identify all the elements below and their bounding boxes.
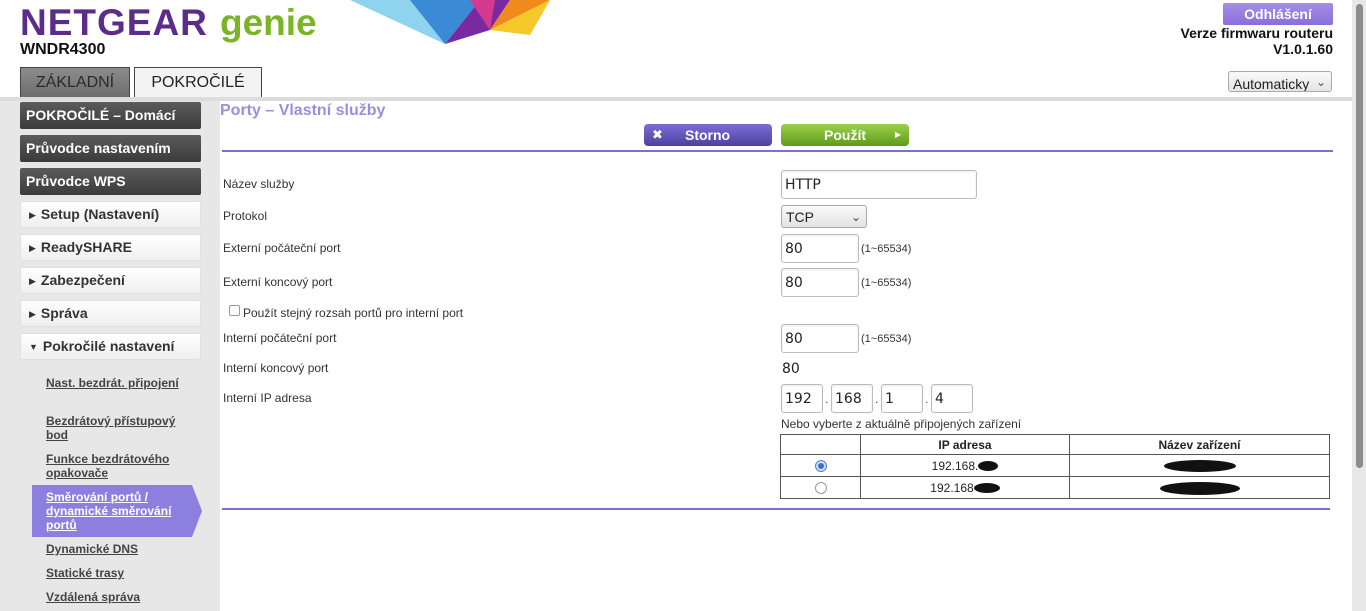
sidebar-item-label: Správa (40, 305, 88, 321)
sidebar-item-label: Setup (Nastavení) (40, 206, 160, 222)
external-end-port-range: (1~65534) (861, 277, 912, 289)
same-range-checkbox[interactable] (229, 305, 240, 316)
internal-start-port-label: Interní počáteční port (223, 331, 337, 345)
internal-end-port-label: Interní koncový port (223, 361, 329, 375)
caret-right-icon: ▶ (29, 309, 36, 319)
table-cell-device-name (1069, 476, 1330, 499)
caret-right-icon: ▶ (29, 243, 36, 253)
logout-button[interactable]: Odhlášení (1223, 3, 1333, 25)
table-cell-select (780, 454, 861, 477)
ip-dot: . (875, 392, 879, 406)
sidebar-subitem-wireless-repeater[interactable]: Funkce bezdrátového opakovače (46, 452, 196, 480)
service-name-label: Název služby (223, 177, 295, 191)
main-panel (220, 101, 1333, 611)
cancel-button[interactable]: ✖ Storno (644, 124, 772, 146)
internal-end-port-value: 80 (782, 361, 800, 377)
language-select-value: Automaticky (1233, 76, 1310, 92)
table-header-row: IP adresa Název zařízení (780, 434, 1330, 455)
sidebar-item-label: Zabezpečení (40, 272, 125, 288)
sidebar-item-advanced-setup[interactable]: ▼ Pokročilé nastavení (20, 333, 201, 360)
scrollbar-thumb[interactable] (1356, 4, 1363, 468)
external-end-port-input[interactable] (781, 268, 859, 297)
caret-right-icon: ▶ (29, 210, 36, 220)
divider-top (222, 150, 1333, 152)
language-select[interactable]: Automaticky ⌄ (1228, 71, 1332, 92)
genie-logo: genie (220, 2, 317, 43)
protocol-select-value: TCP (786, 209, 814, 225)
header: NETGEAR genie WNDR4300 Odhlášení Verze f… (0, 0, 1366, 98)
internal-start-port-input[interactable] (781, 324, 859, 353)
apply-button[interactable]: Použít ▶ (781, 124, 909, 146)
ip-octet-4-input[interactable] (931, 384, 973, 413)
redacted-mark (978, 461, 999, 472)
table-cell-device-name (1069, 454, 1330, 477)
sidebar-item-security[interactable]: ▶ Zabezpečení (20, 267, 201, 294)
tab-advanced[interactable]: POKROČILÉ (134, 67, 262, 98)
sidebar-item-setup[interactable]: ▶ Setup (Nastavení) (20, 201, 201, 228)
sidebar-item-label: ReadySHARE (40, 239, 132, 255)
netgear-logo: NETGEAR (20, 2, 208, 43)
device-select-note: Nebo vyberte z aktuálně připojených zaří… (781, 417, 1022, 431)
sidebar-item-readyshare[interactable]: ▶ ReadySHARE (20, 234, 201, 261)
table-row[interactable]: 192.168. (780, 454, 1330, 477)
sidebar-subitem-wireless-settings[interactable]: Nast. bezdrát. připojení (46, 376, 196, 390)
sidebar-item-advanced-home[interactable]: POKROČILÉ – Domácí (20, 102, 201, 129)
external-start-port-input[interactable] (781, 234, 859, 263)
redacted-device-name (1163, 460, 1236, 473)
internal-start-port-range: (1~65534) (861, 333, 912, 345)
table-header-select (780, 434, 861, 455)
table-cell-ip: 192.168 (860, 476, 1070, 499)
protocol-label: Protokol (223, 209, 268, 223)
external-start-port-range: (1~65534) (861, 243, 912, 255)
sidebar-subitem-static-routes[interactable]: Statické trasy (46, 566, 196, 580)
play-arrow-icon: ▶ (894, 130, 901, 139)
table-cell-select (780, 476, 861, 499)
close-icon: ✖ (652, 127, 663, 142)
decorative-graphic (350, 0, 550, 44)
firmware-label: Verze firmwaru routeru (1180, 25, 1334, 41)
sidebar-item-label: Pokročilé nastavení (42, 338, 175, 354)
sidebar-subitem-remote-management[interactable]: Vzdálená správa (46, 590, 196, 604)
sidebar-subitem-port-forwarding[interactable]: Směrování portů / dynamické směrování po… (46, 490, 191, 532)
sidebar-item-administration[interactable]: ▶ Správa (20, 300, 201, 327)
sidebar-subitem-wireless-ap[interactable]: Bezdrátový přístupový bod (46, 414, 196, 442)
chevron-down-icon: ⌄ (1315, 75, 1326, 89)
external-end-port-label: Externí koncový port (223, 275, 333, 289)
ip-octet-2-input[interactable] (831, 384, 873, 413)
same-range-label: Použít stejný rozsah portů pro interní p… (243, 306, 464, 320)
device-ip: 192.168. (931, 458, 979, 473)
redacted-device-name (1159, 481, 1240, 495)
caret-down-icon: ▼ (29, 342, 38, 352)
sidebar-subitem-active-arrow (192, 485, 202, 537)
router-model: WNDR4300 (20, 41, 106, 58)
sidebar-item-wps-wizard[interactable]: Průvodce WPS (20, 168, 201, 195)
redacted-mark (973, 483, 1000, 494)
ip-dot: . (825, 392, 829, 406)
caret-right-icon: ▶ (29, 276, 36, 286)
firmware-version: V1.0.1.60 (1273, 41, 1333, 57)
ip-octet-1-input[interactable] (781, 384, 823, 413)
external-start-port-label: Externí počáteční port (223, 241, 341, 255)
ip-dot: . (925, 392, 929, 406)
table-cell-ip: 192.168. (860, 454, 1070, 477)
page-title: Porty – Vlastní služby (220, 102, 386, 119)
divider-bottom (222, 508, 1330, 510)
ip-octet-3-input[interactable] (881, 384, 923, 413)
sidebar-subitem-dynamic-dns[interactable]: Dynamické DNS (46, 542, 196, 556)
table-row[interactable]: 192.168 (780, 476, 1330, 499)
apply-button-label: Použít (824, 127, 866, 143)
cancel-button-label: Storno (685, 127, 731, 143)
internal-ip-label: Interní IP adresa (223, 391, 312, 405)
service-name-input[interactable] (781, 170, 977, 199)
tab-basic[interactable]: ZÁKLADNÍ (20, 67, 130, 97)
device-ip: 192.168 (930, 480, 974, 495)
protocol-select[interactable]: TCP ⌄ (781, 205, 867, 228)
devices-table: IP adresa Název zařízení 192.168. 192.16… (780, 434, 1330, 499)
table-header-device-name: Název zařízení (1069, 434, 1330, 455)
sidebar-item-setup-wizard[interactable]: Průvodce nastavením (20, 135, 201, 162)
device-radio[interactable] (814, 482, 827, 495)
device-radio-selected[interactable] (814, 460, 827, 473)
table-header-ip: IP adresa (860, 434, 1070, 455)
chevron-down-icon: ⌄ (850, 210, 861, 224)
